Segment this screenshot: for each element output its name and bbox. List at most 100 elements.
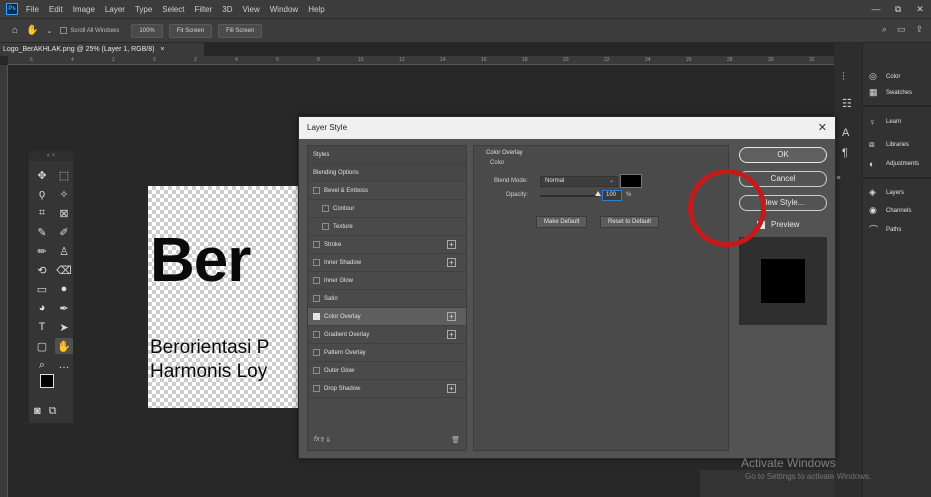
more-tools-icon[interactable]: … (55, 357, 73, 373)
hand-tool-icon[interactable]: ✋ (55, 338, 73, 354)
close-window-button[interactable]: ✕ (909, 4, 931, 15)
photoshop-logo[interactable]: Ps (6, 3, 18, 15)
marquee-tool-icon[interactable]: ⬚ (55, 167, 73, 183)
panel-learn[interactable]: ♀ Learn (869, 117, 901, 127)
lasso-tool-icon[interactable]: ϙ (33, 186, 51, 202)
opacity-input[interactable]: 100 (602, 190, 622, 201)
panel-libraries[interactable]: ⧈ Libraries (869, 139, 909, 150)
minimize-button[interactable]: — (865, 4, 887, 14)
panel-channels[interactable]: ◉ Channels (869, 205, 911, 216)
scroll-all-windows-checkbox[interactable]: Scroll All Windows (60, 27, 119, 34)
style-item-inner-glow[interactable]: Inner Glow (308, 272, 466, 290)
panel-swatches[interactable]: ▦ Swatches (869, 87, 912, 98)
home-icon[interactable]: ⌂ (12, 25, 18, 36)
menu-filter[interactable]: Filter (195, 5, 213, 14)
menu-file[interactable]: File (26, 5, 39, 14)
zoom-tool-icon[interactable]: ⌕ (33, 357, 51, 373)
screen-mode-icon[interactable]: ⧉ (49, 405, 57, 418)
paragraph-icon[interactable]: ¶ (842, 147, 848, 159)
panel-layers[interactable]: ◈ Layers (869, 187, 904, 198)
frame-tool-icon[interactable]: ⊠ (55, 205, 73, 221)
menu-image[interactable]: Image (73, 5, 95, 14)
menu-type[interactable]: Type (135, 5, 152, 14)
dodge-tool-icon[interactable]: ◕ (33, 300, 51, 316)
eraser-tool-icon[interactable]: ⌫ (55, 262, 73, 278)
chevron-down-icon[interactable]: ⌄ (47, 27, 53, 35)
style-checkbox[interactable] (313, 241, 320, 248)
menu-3d[interactable]: 3D (222, 5, 232, 14)
style-checkbox[interactable] (313, 295, 320, 302)
style-item-pattern-overlay[interactable]: Pattern Overlay (308, 344, 466, 362)
style-checkbox[interactable] (313, 349, 320, 356)
style-item-inner-shadow[interactable]: Inner Shadow + (308, 254, 466, 272)
add-instance-icon[interactable]: + (447, 240, 456, 249)
menu-select[interactable]: Select (162, 5, 184, 14)
document-tab[interactable]: Logo_BerAKHLAK.png @ 25% (Layer 1, RGB/8… (0, 43, 204, 56)
restore-button[interactable]: ⧉ (887, 4, 909, 15)
gradient-tool-icon[interactable]: ▭ (33, 281, 51, 297)
style-item-drop-shadow[interactable]: Drop Shadow + (308, 380, 466, 398)
style-item-gradient-overlay[interactable]: Gradient Overlay + (308, 326, 466, 344)
style-item-outer-glow[interactable]: Outer Glow (308, 362, 466, 380)
style-item-blending-options[interactable]: Blending Options (308, 164, 466, 182)
style-item-contour[interactable]: Contour (308, 200, 466, 218)
history-icon[interactable]: ⫶ (842, 71, 845, 84)
style-checkbox[interactable] (313, 187, 320, 194)
style-checkbox[interactable] (322, 205, 329, 212)
style-item-styles[interactable]: Styles (308, 146, 466, 164)
zoom-100-button[interactable]: 100% (131, 23, 163, 38)
menu-view[interactable]: View (243, 5, 260, 14)
trash-icon[interactable]: 🗑 (451, 436, 460, 444)
ok-button[interactable]: OK (739, 147, 827, 163)
style-checkbox[interactable] (313, 259, 320, 266)
style-item-color-overlay[interactable]: Color Overlay + (308, 308, 466, 326)
pen-tool-icon[interactable]: ✒ (55, 300, 73, 316)
tab-close-icon[interactable]: × (160, 46, 164, 53)
add-instance-icon[interactable]: + (447, 330, 456, 339)
style-checkbox[interactable] (313, 313, 320, 320)
hand-tool-icon[interactable]: ✋ (26, 25, 38, 36)
style-checkbox[interactable] (313, 385, 320, 392)
healing-brush-tool-icon[interactable]: ✐ (55, 224, 73, 240)
menu-help[interactable]: Help (308, 5, 324, 14)
style-checkbox[interactable] (313, 367, 320, 374)
make-default-button[interactable]: Make Default (536, 216, 588, 228)
style-item-satin[interactable]: Satin (308, 290, 466, 308)
style-checkbox[interactable] (313, 277, 320, 284)
add-instance-icon[interactable]: + (447, 312, 456, 321)
add-instance-icon[interactable]: + (447, 258, 456, 267)
type-tool-icon[interactable]: T (33, 319, 51, 335)
share-icon[interactable]: ⇪ (915, 24, 923, 35)
foreground-color-swatch[interactable] (40, 374, 54, 388)
blend-mode-select[interactable]: Normal ⌄ (540, 176, 618, 187)
stamp-tool-icon[interactable]: ♙ (55, 243, 73, 259)
history-brush-tool-icon[interactable]: ⟲ (33, 262, 51, 278)
add-instance-icon[interactable]: + (447, 384, 456, 393)
style-checkbox[interactable] (322, 223, 329, 230)
panel-adjustments[interactable]: ◐ Adjustments (869, 159, 919, 169)
opacity-slider-thumb[interactable] (595, 191, 601, 196)
magic-wand-tool-icon[interactable]: ✧ (55, 186, 73, 202)
tools-panel-header[interactable]: « × (29, 151, 73, 161)
opacity-slider[interactable] (540, 195, 598, 197)
menu-window[interactable]: Window (270, 5, 298, 14)
quick-mask-icon[interactable]: ◙ (34, 405, 41, 418)
style-checkbox[interactable] (313, 331, 320, 338)
brush-tool-icon[interactable]: ✏ (33, 243, 51, 259)
horizontal-ruler[interactable]: 6 4 2 0 2 4 6 8 10 12 14 16 18 20 22 24 26 28 30 32 (8, 56, 834, 65)
shape-tool-icon[interactable]: ▢ (33, 338, 51, 354)
character-icon[interactable]: A (842, 127, 849, 139)
style-item-stroke[interactable]: Stroke + (308, 236, 466, 254)
panel-color[interactable]: ◎ Color (869, 71, 900, 82)
eyedropper-tool-icon[interactable]: ✎ (33, 224, 51, 240)
menu-edit[interactable]: Edit (49, 5, 63, 14)
menu-layer[interactable]: Layer (105, 5, 125, 14)
crop-tool-icon[interactable]: ⌗ (33, 205, 51, 221)
reset-to-default-button[interactable]: Reset to Default (600, 216, 660, 228)
fill-screen-button[interactable]: Fill Screen (218, 23, 263, 38)
style-item-texture[interactable]: Texture (308, 218, 466, 236)
overlay-color-swatch[interactable] (620, 174, 642, 188)
properties-icon[interactable]: ☷ (842, 97, 852, 110)
fit-screen-button[interactable]: Fit Screen (168, 23, 213, 38)
style-item-bevel-emboss[interactable]: Bevel & Emboss (308, 182, 466, 200)
